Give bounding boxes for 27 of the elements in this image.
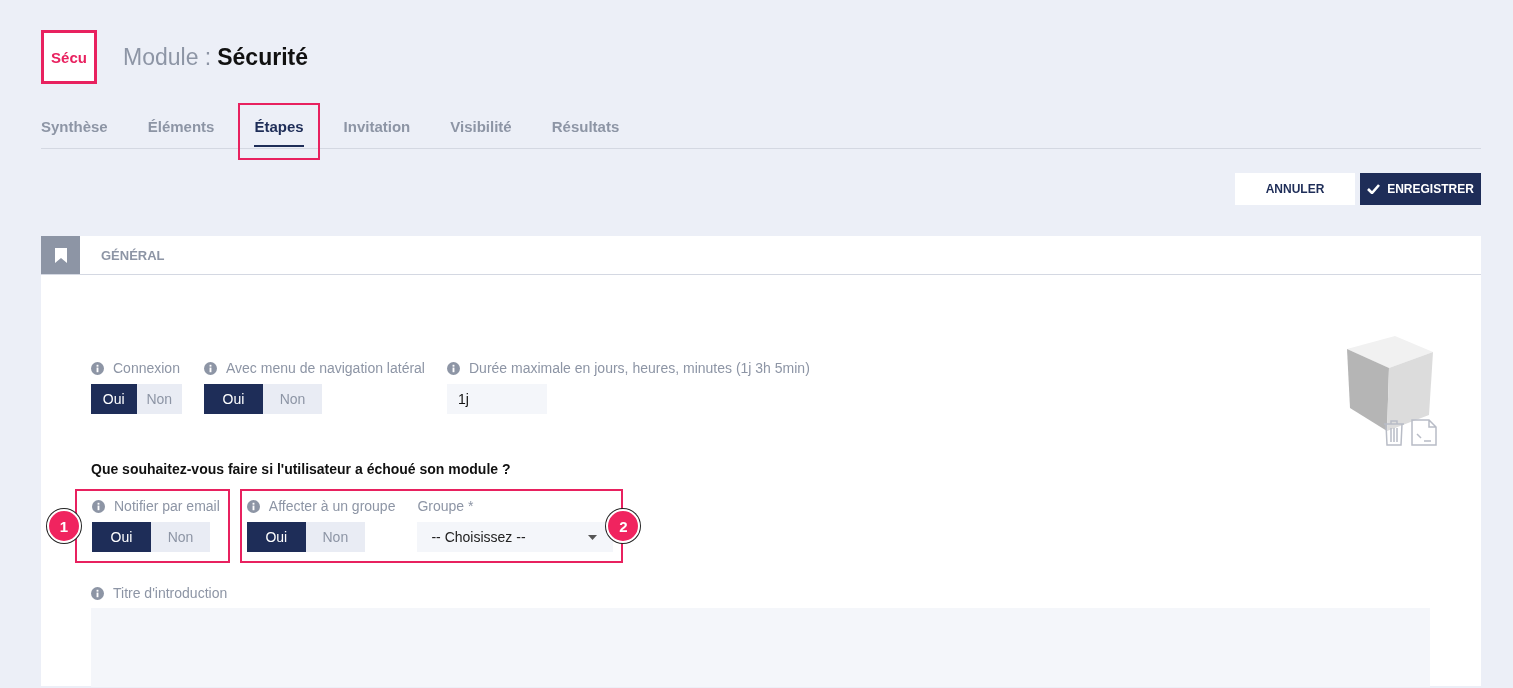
file-icon[interactable] [1411,419,1437,446]
field-label: Durée maximale en jours, heures, minutes (1j 3h 5min) [469,360,810,376]
toggle-option[interactable]: Oui [91,384,137,414]
trash-icon[interactable] [1383,419,1405,446]
field-label: Notifier par email [114,498,220,514]
toggle-option[interactable]: Oui [92,522,151,552]
select-field[interactable]: -- Choisissez -- [417,522,614,552]
field-label: Avec menu de navigation latéral [226,360,425,376]
number-badge: 1 [47,509,81,543]
toggle-option[interactable]: Oui [204,384,263,414]
caret-icon [588,534,598,540]
number-badge: 2 [606,509,641,543]
field-label: Connexion [113,360,180,376]
module-logo: Sécu [41,30,97,84]
field-label: Titre d'introduction [113,585,228,601]
field-label: Groupe * [417,498,474,514]
field-label: Affecter à un groupe [268,498,396,514]
cancel-button[interactable]: ANNULER [1235,173,1355,205]
title-prefix: Module : [123,43,212,71]
text-field[interactable]: 1j [447,384,547,414]
section-title: GÉNÉRAL [101,247,165,263]
tab[interactable]: Étapes [254,118,304,147]
check-icon [1367,184,1381,194]
toggle-option[interactable]: Oui [246,522,306,552]
question-text: Que souhaitez-vous faire si l'utilisateur a échoué son module ? [91,461,512,477]
module-title: Sécurité [217,43,308,71]
save-button[interactable]: ENREGISTRER [1360,173,1481,205]
